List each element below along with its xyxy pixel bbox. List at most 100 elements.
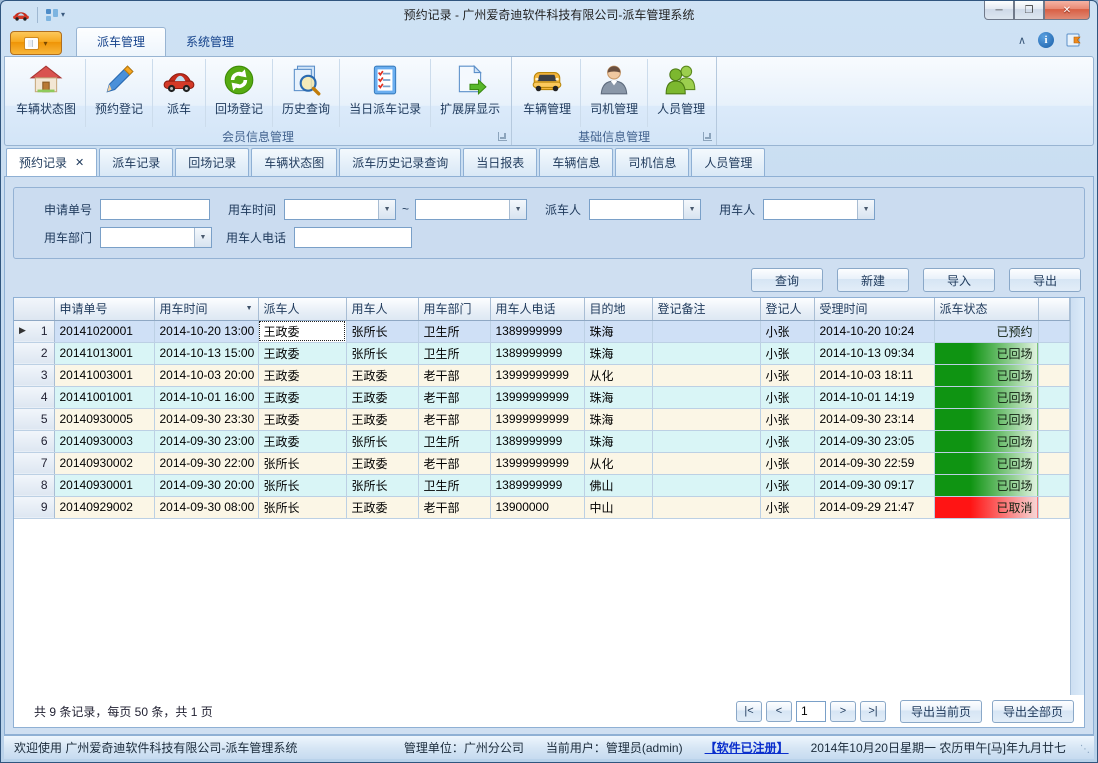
- doc-tab-8[interactable]: 司机信息: [615, 148, 689, 176]
- cell[interactable]: 小张: [760, 386, 814, 408]
- today-dispatch-records-button[interactable]: 当日派车记录: [340, 59, 431, 127]
- doc-tab-4[interactable]: 车辆状态图: [251, 148, 337, 176]
- table-row[interactable]: 7201409300022014-09-30 22:00张所长王政委老干部139…: [14, 452, 1070, 474]
- history-query-button[interactable]: 历史查询: [273, 59, 340, 127]
- doc-tab-9[interactable]: 人员管理: [691, 148, 765, 176]
- cell[interactable]: 20140930005: [54, 408, 154, 430]
- minimize-button[interactable]: ─: [984, 1, 1014, 20]
- cell[interactable]: 2014-10-01 16:00: [154, 386, 258, 408]
- close-button[interactable]: ✕: [1044, 1, 1090, 20]
- cell[interactable]: 20140930002: [54, 452, 154, 474]
- cell[interactable]: 王政委: [346, 364, 418, 386]
- tab-close-icon[interactable]: ✕: [75, 156, 84, 169]
- cell[interactable]: 20141020001: [54, 320, 154, 342]
- use-time-to-select[interactable]: ▼: [415, 199, 527, 220]
- column-header[interactable]: 用车人电话: [490, 298, 584, 320]
- cell[interactable]: 20140930001: [54, 474, 154, 496]
- cell[interactable]: 2014-09-30 20:00: [154, 474, 258, 496]
- page-number-input[interactable]: 1: [796, 701, 826, 722]
- export-button[interactable]: 导出: [1009, 268, 1081, 292]
- cell[interactable]: 从化: [584, 364, 652, 386]
- export-all-pages-button[interactable]: 导出全部页: [992, 700, 1074, 723]
- cell[interactable]: 王政委: [258, 430, 346, 452]
- table-row[interactable]: 4201410010012014-10-01 16:00王政委王政委老干部139…: [14, 386, 1070, 408]
- cell[interactable]: 1389999999: [490, 474, 584, 496]
- combo-arrow-icon[interactable]: ▼: [194, 228, 211, 247]
- resize-grip-icon[interactable]: ⋱: [1080, 745, 1092, 757]
- status-cell[interactable]: 已回场: [934, 452, 1038, 474]
- dialog-launcher-icon[interactable]: [703, 132, 712, 141]
- column-header[interactable]: 用车部门: [418, 298, 490, 320]
- cell[interactable]: 小张: [760, 408, 814, 430]
- cell[interactable]: [652, 496, 760, 518]
- cell[interactable]: 2014-09-30 23:05: [814, 430, 934, 452]
- query-button[interactable]: 查询: [751, 268, 823, 292]
- cell[interactable]: 小张: [760, 320, 814, 342]
- cell[interactable]: 小张: [760, 474, 814, 496]
- table-row[interactable]: ▶1201410200012014-10-20 13:00王政委张所长卫生所13…: [14, 320, 1070, 342]
- cell[interactable]: 王政委: [346, 452, 418, 474]
- cell[interactable]: 20141013001: [54, 342, 154, 364]
- status-cell[interactable]: 已回场: [934, 430, 1038, 452]
- reservation-register-button[interactable]: 预约登记: [86, 59, 153, 127]
- cell[interactable]: [652, 320, 760, 342]
- cell[interactable]: [652, 364, 760, 386]
- cell[interactable]: 13999999999: [490, 452, 584, 474]
- doc-tab-6[interactable]: 当日报表: [463, 148, 537, 176]
- combo-arrow-icon[interactable]: ▼: [509, 200, 526, 219]
- status-cell[interactable]: 已回场: [934, 342, 1038, 364]
- cell[interactable]: 王政委: [258, 364, 346, 386]
- cell[interactable]: 2014-09-30 23:00: [154, 430, 258, 452]
- status-cell[interactable]: 已回场: [934, 386, 1038, 408]
- cell[interactable]: 20141003001: [54, 364, 154, 386]
- cell[interactable]: 小张: [760, 452, 814, 474]
- cell[interactable]: 老干部: [418, 452, 490, 474]
- cell[interactable]: 卫生所: [418, 430, 490, 452]
- cell[interactable]: 张所长: [258, 496, 346, 518]
- cell[interactable]: 珠海: [584, 386, 652, 408]
- first-page-button[interactable]: |<: [736, 701, 762, 722]
- new-button[interactable]: 新建: [837, 268, 909, 292]
- cell[interactable]: 2014-10-01 14:19: [814, 386, 934, 408]
- cell[interactable]: 卫生所: [418, 320, 490, 342]
- cell[interactable]: 珠海: [584, 430, 652, 452]
- cell[interactable]: 2014-09-29 21:47: [814, 496, 934, 518]
- cell[interactable]: 王政委: [346, 386, 418, 408]
- doc-tab-7[interactable]: 车辆信息: [539, 148, 613, 176]
- cell[interactable]: 老干部: [418, 496, 490, 518]
- cell[interactable]: 小张: [760, 430, 814, 452]
- cell[interactable]: 2014-09-30 22:00: [154, 452, 258, 474]
- cell[interactable]: [652, 408, 760, 430]
- cell[interactable]: 1389999999: [490, 320, 584, 342]
- table-row[interactable]: 6201409300032014-09-30 23:00王政委张所长卫生所138…: [14, 430, 1070, 452]
- cell[interactable]: 张所长: [258, 452, 346, 474]
- cell[interactable]: 2014-09-30 09:17: [814, 474, 934, 496]
- table-row[interactable]: 3201410030012014-10-03 20:00王政委王政委老干部139…: [14, 364, 1070, 386]
- cell[interactable]: [652, 430, 760, 452]
- import-button[interactable]: 导入: [923, 268, 995, 292]
- vehicle-manage-button[interactable]: 车辆管理: [514, 59, 581, 127]
- column-header[interactable]: 登记人: [760, 298, 814, 320]
- last-page-button[interactable]: >|: [860, 701, 886, 722]
- cell[interactable]: 老干部: [418, 408, 490, 430]
- cell[interactable]: 小张: [760, 342, 814, 364]
- use-time-from-select[interactable]: ▼: [284, 199, 396, 220]
- cell[interactable]: 珠海: [584, 342, 652, 364]
- switch-window-icon[interactable]: [1066, 32, 1084, 48]
- doc-tab-2[interactable]: 派车记录: [99, 148, 173, 176]
- phone-input[interactable]: [294, 227, 412, 248]
- cell[interactable]: 老干部: [418, 386, 490, 408]
- combo-arrow-icon[interactable]: ▼: [683, 200, 700, 219]
- status-cell[interactable]: 已取消: [934, 496, 1038, 518]
- cell[interactable]: 20140929002: [54, 496, 154, 518]
- cell[interactable]: 13999999999: [490, 364, 584, 386]
- cell[interactable]: 老干部: [418, 364, 490, 386]
- doc-tab-3[interactable]: 回场记录: [175, 148, 249, 176]
- dispatch-button[interactable]: 派车: [153, 59, 206, 127]
- ribbon-collapse-button[interactable]: ∧: [1018, 34, 1026, 47]
- cell[interactable]: 13999999999: [490, 386, 584, 408]
- info-icon[interactable]: i: [1038, 32, 1054, 48]
- department-select[interactable]: ▼: [100, 227, 212, 248]
- column-header[interactable]: 用车人: [346, 298, 418, 320]
- status-cell[interactable]: 已回场: [934, 364, 1038, 386]
